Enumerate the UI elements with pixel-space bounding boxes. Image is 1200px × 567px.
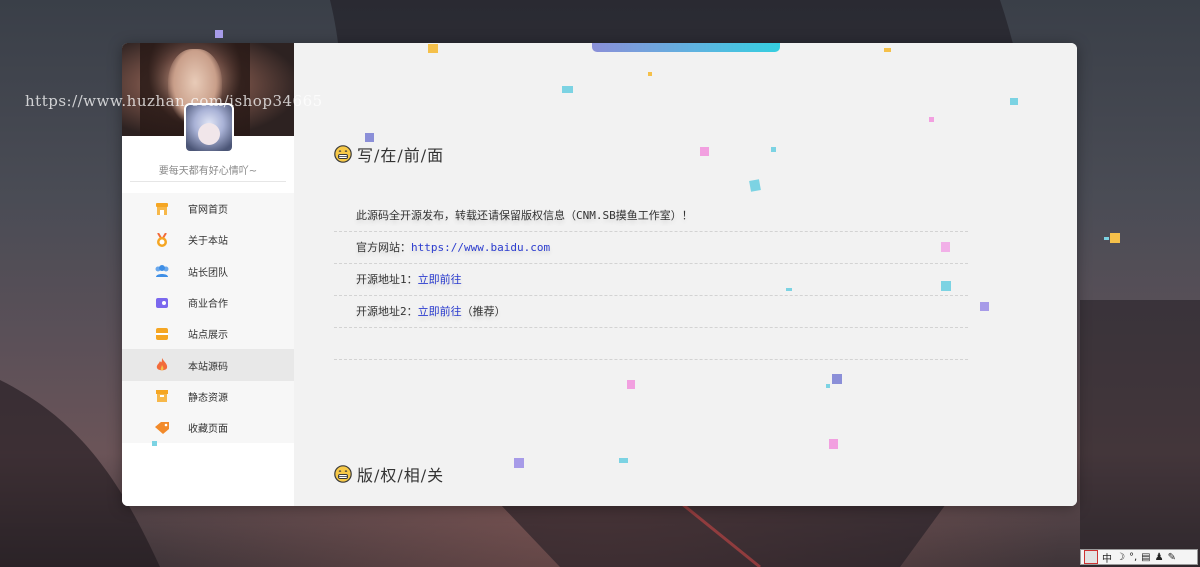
source2-note: （推荐） — [461, 305, 506, 318]
sidebar-item-label: 商业合作 — [188, 299, 228, 311]
sidebar-item-team[interactable]: 站长团队 — [122, 256, 294, 287]
ime-mode-toggle[interactable]: 中 — [1102, 550, 1112, 565]
confetti — [1010, 98, 1018, 105]
section-title-intro: 写/在/前/面 — [334, 142, 444, 166]
confetti — [428, 44, 438, 53]
sidebar-item-source[interactable]: 本站源码 — [122, 349, 294, 381]
list-item: 开源地址1：立即前往 — [334, 264, 968, 296]
list-item: 此源码全开源发布，转载还请保留版权信息（CNM.SB摸鱼工作室）！ — [334, 200, 968, 232]
list-item: 开源地址2：立即前往（推荐） — [334, 296, 968, 328]
archive-icon — [144, 327, 180, 341]
sidebar-item-static[interactable]: 静态资源 — [122, 381, 294, 412]
confetti — [215, 30, 223, 38]
source2-label: 开源地址2： — [356, 305, 418, 318]
moon-icon[interactable]: ☽ — [1116, 552, 1125, 563]
confetti — [365, 133, 374, 142]
confetti — [627, 380, 635, 389]
confetti — [152, 441, 157, 446]
medal-icon — [144, 232, 180, 247]
main-card: 要每天都有好心情吖~ 官网首页 关于本站 站长团队 商业合作 站点展示 本站源码… — [122, 43, 1077, 506]
wallet-icon — [144, 296, 180, 310]
box-icon — [144, 389, 180, 403]
website-link[interactable]: https://www.baidu.com — [411, 241, 550, 254]
info-list: 此源码全开源发布，转载还请保留版权信息（CNM.SB摸鱼工作室）！ 官方网站：h… — [334, 200, 968, 360]
website-label: 官方网站： — [356, 241, 411, 254]
ime-logo-icon[interactable] — [1084, 550, 1098, 564]
confetti — [1104, 237, 1109, 240]
confetti — [829, 439, 838, 449]
grin-emoji-icon — [334, 465, 352, 483]
sidebar-item-label: 站点展示 — [188, 330, 228, 342]
confetti — [832, 374, 842, 384]
tools-icon[interactable]: ✎ — [1168, 552, 1176, 563]
sidebar-item-label: 官网首页 — [188, 205, 228, 217]
confetti — [786, 288, 792, 291]
confetti — [749, 179, 761, 192]
sidebar-menu: 官网首页 关于本站 站长团队 商业合作 站点展示 本站源码 静态资源 收藏页面 — [122, 193, 294, 444]
sidebar-item-showcase[interactable]: 站点展示 — [122, 318, 294, 349]
source1-link[interactable]: 立即前往 — [418, 273, 462, 286]
sidebar-item-home[interactable]: 官网首页 — [122, 193, 294, 224]
confetti — [700, 147, 709, 156]
confetti — [514, 458, 524, 468]
sidebar-item-label: 关于本站 — [188, 236, 228, 248]
tags-icon — [144, 421, 180, 435]
list-item — [334, 328, 968, 360]
fire-icon — [144, 358, 180, 372]
user-icon[interactable]: ♟ — [1155, 552, 1164, 563]
confetti — [648, 72, 652, 76]
keyboard-icon[interactable]: ▤ — [1141, 552, 1150, 563]
confetti — [771, 147, 776, 152]
confetti — [1110, 233, 1120, 243]
source2-link[interactable]: 立即前往 — [418, 305, 462, 318]
accent-bar — [592, 43, 780, 52]
sidebar-item-about[interactable]: 关于本站 — [122, 224, 294, 255]
main-content: 写/在/前/面 此源码全开源发布，转载还请保留版权信息（CNM.SB摸鱼工作室）… — [294, 43, 1077, 506]
divider — [130, 181, 286, 182]
confetti — [941, 281, 951, 291]
confetti — [562, 86, 573, 93]
store-icon — [144, 202, 180, 216]
confetti — [884, 48, 891, 52]
watermark-url: https://www.huzhan.com/ishop34665 — [25, 92, 323, 110]
sidebar-item-label: 静态资源 — [188, 392, 228, 404]
confetti — [619, 458, 628, 463]
source1-label: 开源地址1： — [356, 273, 418, 286]
sidebar-item-label: 本站源码 — [188, 361, 228, 373]
sidebar: 要每天都有好心情吖~ 官网首页 关于本站 站长团队 商业合作 站点展示 本站源码… — [122, 43, 294, 506]
team-icon — [144, 264, 180, 278]
confetti — [826, 384, 830, 388]
section-title-copyright: 版/权/相/关 — [334, 462, 444, 486]
avatar[interactable] — [184, 103, 234, 153]
sidebar-item-favorites[interactable]: 收藏页面 — [122, 412, 294, 443]
notice-text: 此源码全开源发布，转载还请保留版权信息（CNM.SB摸鱼工作室）！ — [356, 209, 693, 222]
section-title-text: 写/在/前/面 — [357, 146, 445, 165]
punctuation-icon[interactable]: °, — [1129, 552, 1137, 563]
list-item: 官方网站：https://www.baidu.com — [334, 232, 968, 264]
confetti — [980, 302, 989, 311]
sidebar-item-label: 站长团队 — [188, 267, 228, 279]
grin-emoji-icon — [334, 145, 352, 163]
confetti — [941, 242, 950, 252]
sidebar-item-business[interactable]: 商业合作 — [122, 287, 294, 318]
motto-text: 要每天都有好心情吖~ — [158, 166, 258, 177]
ime-toolbar: 中 ☽ °, ▤ ♟ ✎ — [1080, 549, 1198, 565]
confetti — [929, 117, 934, 122]
section-title-text: 版/权/相/关 — [357, 466, 445, 485]
sidebar-item-label: 收藏页面 — [188, 424, 228, 436]
